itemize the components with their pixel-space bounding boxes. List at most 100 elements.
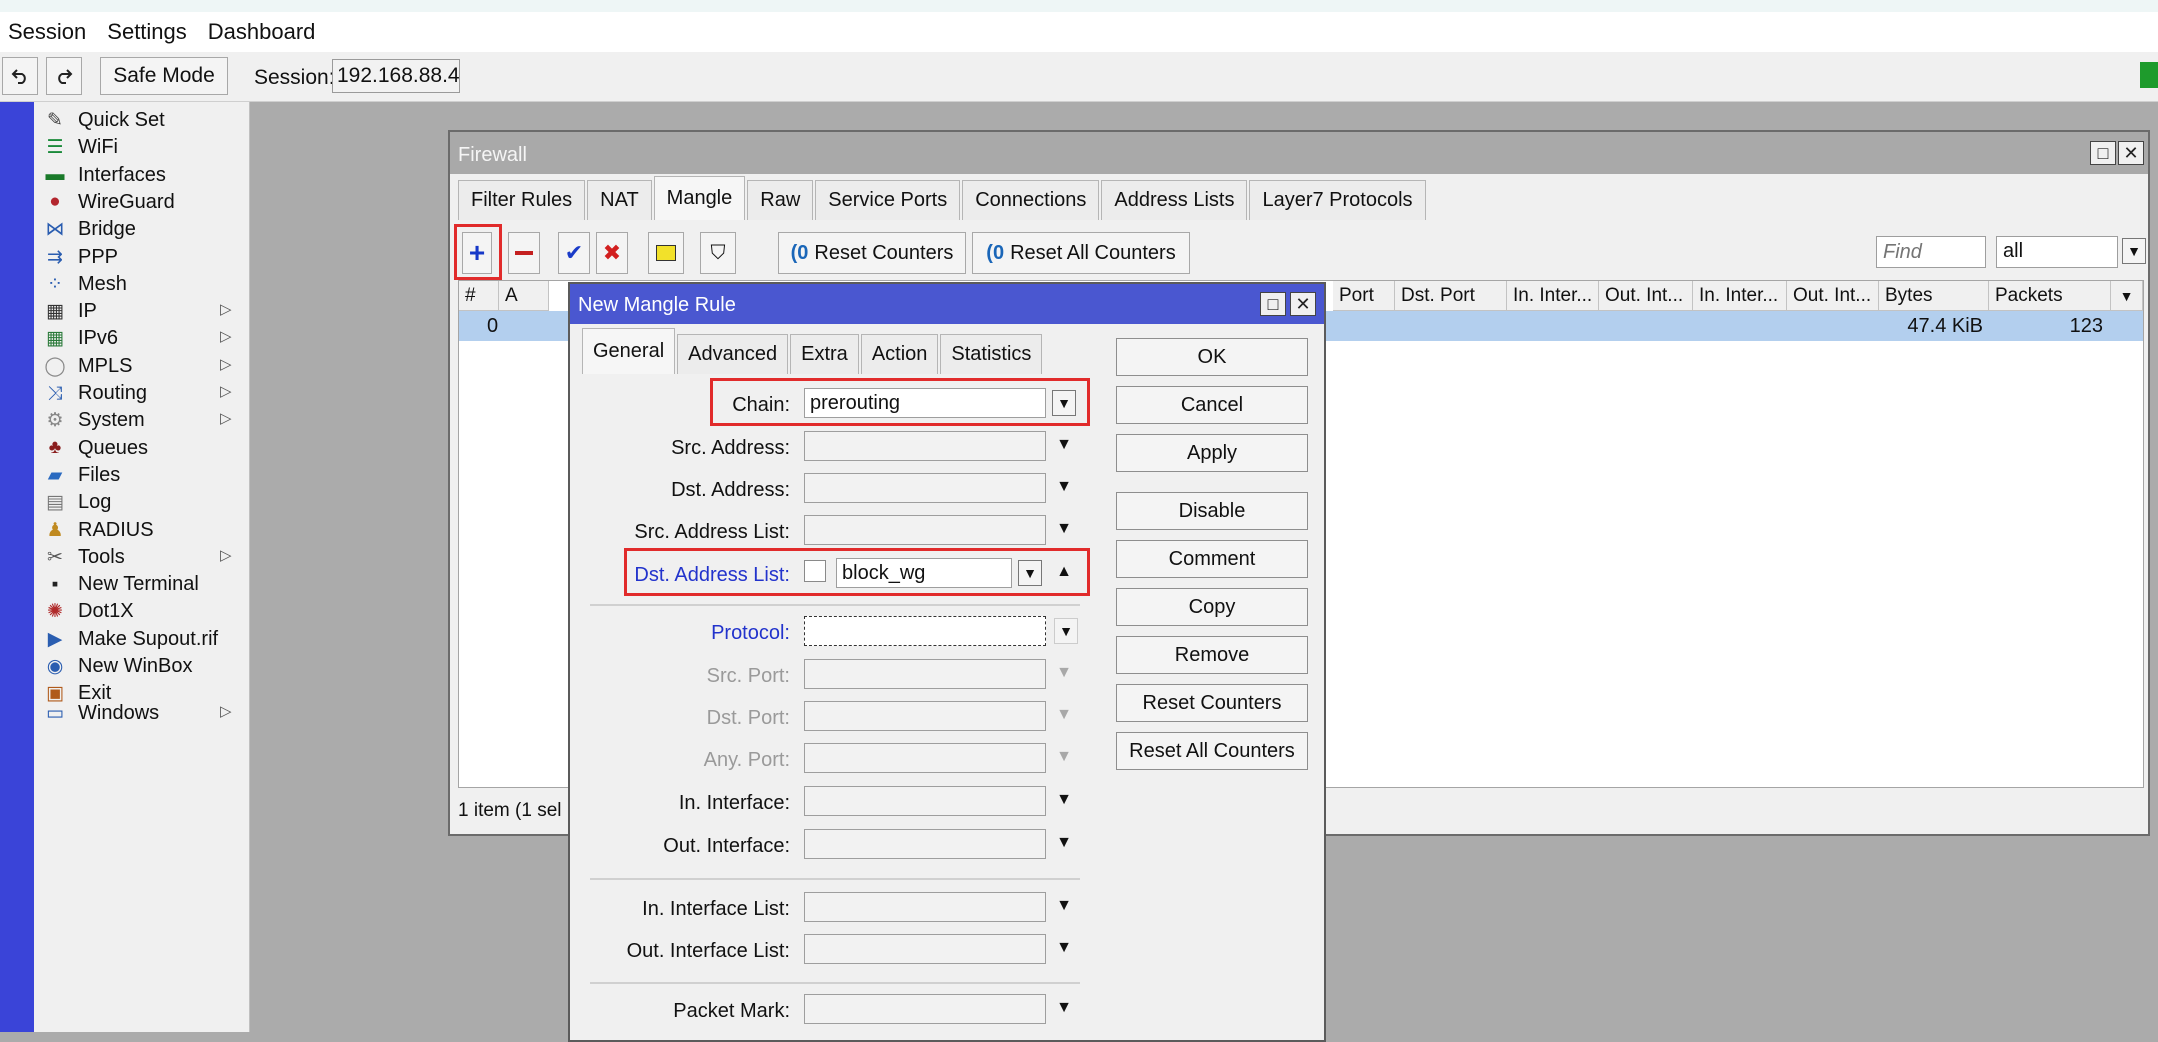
in-interface-dropdown-icon[interactable]: ▼ xyxy=(1052,791,1076,809)
sidebar-item-routing[interactable]: ⤨ Routing ▷ xyxy=(34,380,250,407)
dialog-maximize-button[interactable]: □ xyxy=(1260,292,1286,316)
sidebar-item-windows[interactable]: ▭ Windows ▷ xyxy=(34,700,250,727)
disable-button[interactable]: ✖ xyxy=(596,232,628,274)
col-number[interactable]: # xyxy=(459,281,499,311)
reset-all-counters-button[interactable]: Reset All Counters xyxy=(1116,732,1308,770)
out-interface-field[interactable] xyxy=(804,829,1046,859)
tab-filter-rules[interactable]: Filter Rules xyxy=(458,180,586,220)
src-address-list-field[interactable] xyxy=(804,515,1046,545)
tab-service-ports[interactable]: Service Ports xyxy=(815,180,961,220)
apply-button[interactable]: Apply xyxy=(1116,434,1308,472)
sidebar-item-mesh[interactable]: ⁘ Mesh xyxy=(34,271,250,298)
sidebar-item-make-supout-rif[interactable]: ▶ Make Supout.rif xyxy=(34,626,250,653)
tab-mangle[interactable]: Mangle xyxy=(653,176,746,220)
sidebar-item-ppp[interactable]: ⇉ PPP xyxy=(34,244,250,271)
dialog-tab-advanced[interactable]: Advanced xyxy=(677,334,789,374)
dialog-tab-general[interactable]: General xyxy=(582,328,676,374)
sidebar-item-quick-set[interactable]: ✎ Quick Set xyxy=(34,107,250,134)
sidebar-item-new-terminal[interactable]: ▪ New Terminal xyxy=(34,571,250,598)
packet-mark-field[interactable] xyxy=(804,994,1046,1024)
cancel-button[interactable]: Cancel xyxy=(1116,386,1308,424)
menu-session[interactable]: Session xyxy=(0,19,99,45)
sidebar-item-radius[interactable]: ♟ RADIUS xyxy=(34,517,250,544)
in-interface-list-dropdown-icon[interactable]: ▼ xyxy=(1052,897,1076,915)
dialog-tab-action[interactable]: Action xyxy=(860,334,939,374)
filter-button[interactable]: ⛉ xyxy=(700,232,736,274)
find-input[interactable] xyxy=(1876,236,1986,268)
packet-mark-dropdown-icon[interactable]: ▼ xyxy=(1052,999,1076,1017)
session-field[interactable]: 192.168.88.4 xyxy=(332,59,460,93)
src-address-dropdown-icon[interactable]: ▼ xyxy=(1052,436,1076,454)
remove-button[interactable] xyxy=(508,232,540,274)
sidebar-item-system[interactable]: ⚙ System ▷ xyxy=(34,407,250,434)
protocol-dropdown-button[interactable]: ▼ xyxy=(1054,618,1078,644)
sidebar-item-mpls[interactable]: ◯ MPLS ▷ xyxy=(34,353,250,380)
filter-select[interactable]: all xyxy=(1996,236,2118,268)
sidebar-item-tools[interactable]: ✂ Tools ▷ xyxy=(34,544,250,571)
reset-all-counters-button[interactable]: (0 Reset All Counters xyxy=(972,232,1190,274)
out-interface-list-field[interactable] xyxy=(804,934,1046,964)
redo-button[interactable] xyxy=(46,57,82,95)
out-interface-dropdown-icon[interactable]: ▼ xyxy=(1052,834,1076,852)
menu-settings[interactable]: Settings xyxy=(99,19,200,45)
menu-dashboard[interactable]: Dashboard xyxy=(200,19,329,45)
tab-raw[interactable]: Raw xyxy=(747,180,814,220)
dialog-tab-extra[interactable]: Extra xyxy=(790,334,859,374)
col-out-interface-list[interactable]: Out. Int... xyxy=(1787,281,1879,311)
col-port[interactable]: Port xyxy=(1333,281,1395,311)
sidebar-item-interfaces[interactable]: ▬ Interfaces xyxy=(34,162,250,189)
tab-nat[interactable]: NAT xyxy=(587,180,652,220)
sidebar-item-label: Interfaces xyxy=(78,163,166,186)
filter-dropdown-button[interactable]: ▼ xyxy=(2122,238,2146,264)
col-in-interface[interactable]: In. Inter... xyxy=(1507,281,1599,311)
sidebar-item-label: WireGuard xyxy=(78,190,175,213)
sidebar-item-bridge[interactable]: ⋈ Bridge xyxy=(34,216,250,243)
ok-button[interactable]: OK xyxy=(1116,338,1308,376)
tab-layer7-protocols[interactable]: Layer7 Protocols xyxy=(1249,180,1426,220)
tab-address-lists[interactable]: Address Lists xyxy=(1101,180,1248,220)
col-action[interactable]: A xyxy=(499,281,549,311)
reset-counters-button[interactable]: Reset Counters xyxy=(1116,684,1308,722)
reset-counters-button[interactable]: (0 Reset Counters xyxy=(778,232,966,274)
col-dst-port[interactable]: Dst. Port xyxy=(1395,281,1507,311)
dst-address-dropdown-icon[interactable]: ▼ xyxy=(1052,478,1076,496)
firewall-title-bar[interactable]: Firewall □ ✕ xyxy=(450,132,2148,174)
close-button[interactable]: ✕ xyxy=(2118,141,2144,165)
dialog-tab-statistics[interactable]: Statistics xyxy=(940,334,1043,374)
col-out-interface[interactable]: Out. Int... xyxy=(1599,281,1693,311)
maximize-button[interactable]: □ xyxy=(2090,141,2116,165)
src-address-list-dropdown-icon[interactable]: ▼ xyxy=(1052,520,1076,538)
columns-menu-button[interactable]: ▼ xyxy=(2111,281,2143,311)
copy-button[interactable]: Copy xyxy=(1116,588,1308,626)
remove-button[interactable]: Remove xyxy=(1116,636,1308,674)
undo-button[interactable] xyxy=(2,57,38,95)
col-packets[interactable]: Packets xyxy=(1989,281,2111,311)
comment-button[interactable]: Comment xyxy=(1116,540,1308,578)
sidebar-item-dot1x[interactable]: ✺ Dot1X xyxy=(34,598,250,625)
tab-connections[interactable]: Connections xyxy=(962,180,1100,220)
sidebar-item-wireguard[interactable]: ● WireGuard xyxy=(34,189,250,216)
col-in-interface-list[interactable]: In. Inter... xyxy=(1693,281,1787,311)
sidebar-item-ipv6[interactable]: ▦ IPv6 ▷ xyxy=(34,325,250,352)
col-bytes[interactable]: Bytes xyxy=(1879,281,1989,311)
sidebar-item-files[interactable]: ▰ Files xyxy=(34,462,250,489)
close-icon: ✕ xyxy=(1295,293,1311,314)
sidebar-item-queues[interactable]: ♣ Queues xyxy=(34,435,250,462)
enable-button[interactable]: ✔ xyxy=(558,232,590,274)
in-interface-list-field[interactable] xyxy=(804,892,1046,922)
disable-button[interactable]: Disable xyxy=(1116,492,1308,530)
sidebar-item-wifi[interactable]: ☰ WiFi xyxy=(34,134,250,161)
src-address-field[interactable] xyxy=(804,431,1046,461)
sidebar-item-new-winbox[interactable]: ◉ New WinBox xyxy=(34,653,250,680)
dialog-title-bar[interactable]: New Mangle Rule □ ✕ xyxy=(570,284,1324,324)
dst-address-field[interactable] xyxy=(804,473,1046,503)
out-interface-list-dropdown-icon[interactable]: ▼ xyxy=(1052,939,1076,957)
comment-button[interactable] xyxy=(648,232,684,274)
sidebar-item-ip[interactable]: ▦ IP ▷ xyxy=(34,298,250,325)
submenu-arrow-icon: ▷ xyxy=(220,703,232,720)
sidebar-item-log[interactable]: ▤ Log xyxy=(34,489,250,516)
safe-mode-button[interactable]: Safe Mode xyxy=(100,57,228,95)
in-interface-field[interactable] xyxy=(804,786,1046,816)
dialog-close-button[interactable]: ✕ xyxy=(1290,292,1316,316)
protocol-field[interactable] xyxy=(804,616,1046,646)
